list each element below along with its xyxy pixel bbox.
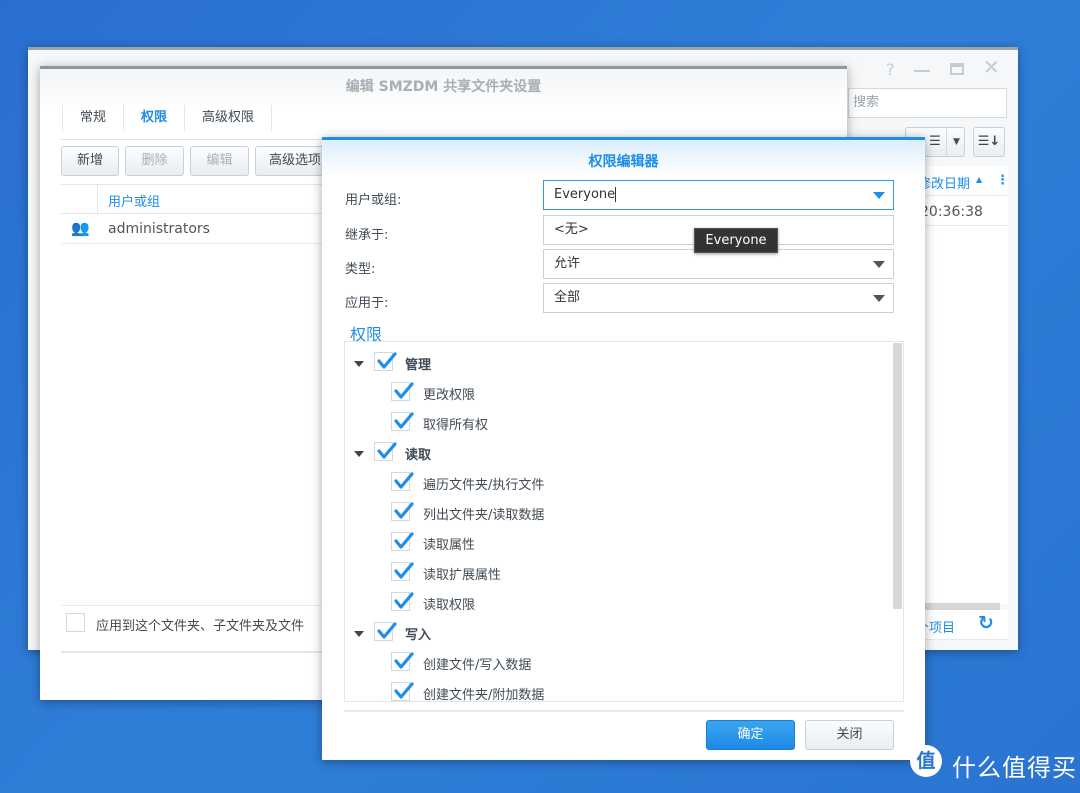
user-group-label: 用户或组:	[345, 193, 402, 208]
permission-item[interactable]: 取得所有权	[345, 408, 903, 438]
tab-general[interactable]: 常规	[62, 105, 124, 131]
permission-item[interactable]: 读取属性	[345, 528, 903, 558]
user-group-name: administrators	[108, 221, 210, 237]
expand-toggle-icon[interactable]	[354, 361, 364, 367]
apply-to-subfolders-checkbox[interactable]	[66, 613, 85, 632]
permission-checkbox[interactable]	[391, 652, 414, 671]
permission-label: 创建文件/写入数据	[423, 658, 532, 673]
permission-label: 读取	[405, 448, 432, 463]
minimize-icon[interactable]	[914, 70, 930, 72]
permission-checkbox[interactable]	[391, 412, 414, 431]
column-header-user-group[interactable]: 用户或组	[108, 191, 160, 210]
permission-label: 管理	[405, 358, 432, 373]
tab-permissions[interactable]: 权限	[124, 105, 185, 131]
chevron-down-icon[interactable]	[873, 192, 885, 199]
user-group-combobox[interactable]: Everyone	[543, 180, 894, 210]
permission-editor-dialog: 权限编辑器 用户或组: Everyone 继承于: <无> 类型: 允许 应用于…	[322, 137, 925, 760]
permission-group[interactable]: 管理	[345, 348, 903, 378]
permission-checkbox[interactable]	[391, 532, 414, 551]
column-header-modified[interactable]: 修改日期	[918, 173, 970, 192]
help-icon[interactable]: ?	[886, 60, 895, 79]
permission-checkbox[interactable]	[374, 622, 397, 641]
permission-checkbox[interactable]	[374, 442, 397, 461]
permission-label: 遍历文件夹/执行文件	[423, 478, 545, 493]
permission-checkbox[interactable]	[391, 592, 414, 611]
permission-group[interactable]: 读取	[345, 438, 903, 468]
permission-item[interactable]: 更改权限	[345, 378, 903, 408]
expand-toggle-icon[interactable]	[354, 451, 364, 457]
apply-to-label: 应用于:	[345, 296, 389, 311]
permission-label: 取得所有权	[423, 418, 489, 433]
permission-item[interactable]: 读取扩展属性	[345, 558, 903, 588]
permission-item[interactable]: 读取权限	[345, 588, 903, 618]
permission-checkbox[interactable]	[391, 382, 414, 401]
add-button[interactable]: 新增	[61, 146, 119, 176]
sort-asc-icon: ▲	[976, 175, 983, 184]
sort-button[interactable]: ☰↓	[973, 127, 1005, 157]
dialog-title: 编辑 SMZDM 共享文件夹设置	[345, 79, 542, 95]
search-input[interactable]: 搜索	[848, 88, 1007, 118]
delete-button[interactable]: 删除	[125, 146, 184, 176]
ok-button[interactable]: 确定	[706, 720, 795, 750]
permission-label: 列出文件夹/读取数据	[423, 508, 545, 523]
permission-item[interactable]: 创建文件/写入数据	[345, 648, 903, 678]
permission-label: 读取扩展属性	[423, 568, 502, 583]
permission-label: 读取属性	[423, 538, 476, 553]
permission-label: 写入	[405, 628, 432, 643]
group-icon: 👥	[71, 219, 90, 237]
permission-item[interactable]: 遍历文件夹/执行文件	[345, 468, 903, 498]
permission-item[interactable]: 创建文件夹/附加数据	[345, 678, 903, 702]
permission-checkbox[interactable]	[391, 472, 414, 491]
row-modified-time: 20:36:38	[920, 204, 983, 220]
close-button[interactable]: 关闭	[805, 720, 894, 750]
expand-toggle-icon[interactable]	[354, 631, 364, 637]
edit-button[interactable]: 编辑	[190, 146, 249, 176]
chevron-down-icon[interactable]	[873, 261, 885, 268]
permission-group[interactable]: 写入	[345, 618, 903, 648]
permission-checkbox[interactable]	[374, 352, 397, 371]
permission-checkbox[interactable]	[391, 502, 414, 521]
permission-label: 读取权限	[423, 598, 476, 613]
type-select[interactable]: 允许	[543, 249, 894, 279]
apply-to-subfolders-label: 应用到这个文件夹、子文件夹及文件	[96, 619, 305, 634]
type-label: 类型:	[345, 262, 376, 277]
chevron-down-icon[interactable]	[873, 295, 885, 302]
permission-checkbox[interactable]	[391, 682, 414, 701]
permission-label: 创建文件夹/附加数据	[423, 688, 545, 702]
vertical-scrollbar[interactable]	[893, 343, 902, 609]
permission-item[interactable]: 列出文件夹/读取数据	[345, 498, 903, 528]
apply-to-select[interactable]: 全部	[543, 283, 894, 313]
watermark-text: 什么值得买	[952, 754, 1077, 782]
tab-advanced-permissions[interactable]: 高级权限	[185, 105, 272, 131]
refresh-icon[interactable]: ↻	[978, 612, 994, 634]
permission-checkbox[interactable]	[391, 562, 414, 581]
close-icon[interactable]: ✕	[983, 55, 1000, 79]
tooltip: Everyone	[694, 228, 778, 253]
dialog-title: 权限编辑器	[588, 154, 659, 170]
column-menu-icon[interactable]: ⋮	[996, 173, 1009, 188]
permission-label: 更改权限	[423, 388, 476, 403]
inherit-label: 继承于:	[345, 228, 389, 243]
watermark-logo: 值	[910, 745, 942, 777]
permission-tree: 创建文件夹/附加数据 创建文件/写入数据 写入 读取权限 读取扩展属性 读取属性 列出文件夹…	[344, 341, 904, 702]
horizontal-scrollbar[interactable]	[920, 603, 1000, 610]
maximize-icon[interactable]	[950, 63, 964, 75]
